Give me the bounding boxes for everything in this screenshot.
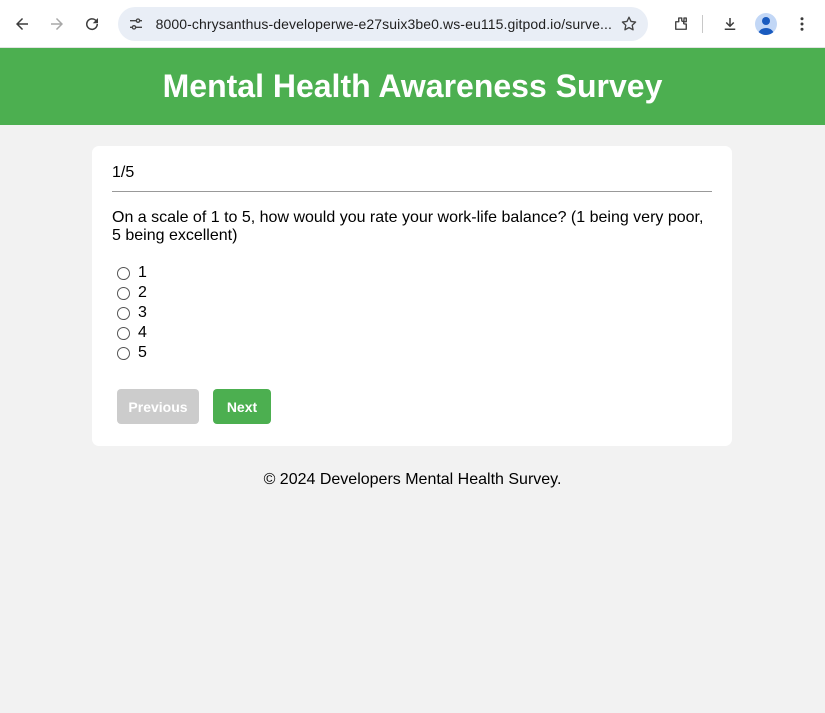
previous-button[interactable]: Previous [117, 389, 199, 424]
navigation-buttons: Previous Next [117, 389, 712, 424]
back-arrow-icon[interactable] [8, 10, 35, 38]
bookmark-star-icon[interactable] [620, 15, 638, 33]
radio-button[interactable] [117, 266, 130, 280]
question-progress: 1/5 [112, 164, 712, 192]
option-label: 1 [138, 264, 147, 281]
site-settings-icon[interactable] [128, 15, 146, 33]
option-label: 4 [138, 324, 147, 341]
browser-toolbar: 8000-chrysanthus-developerwe-e27suix3be0… [0, 0, 825, 48]
option-label: 5 [138, 344, 147, 361]
forward-arrow-icon[interactable] [43, 10, 70, 38]
reload-icon[interactable] [78, 10, 105, 38]
radio-button[interactable] [117, 286, 130, 300]
avatar[interactable] [754, 12, 777, 35]
rating-option-3[interactable]: 3 [117, 303, 712, 323]
address-bar[interactable]: 8000-chrysanthus-developerwe-e27suix3be0… [117, 6, 648, 41]
rating-options: 1 2 3 4 5 [117, 263, 712, 363]
profile-icon[interactable] [751, 9, 781, 39]
survey-card: 1/5 On a scale of 1 to 5, how would you … [92, 146, 732, 446]
option-label: 3 [138, 304, 147, 321]
download-icon[interactable] [715, 9, 745, 39]
more-menu-icon[interactable] [787, 9, 817, 39]
rating-option-1[interactable]: 1 [117, 263, 712, 283]
toolbar-divider [701, 14, 703, 33]
radio-button[interactable] [117, 346, 130, 360]
footer-copyright: © 2024 Developers Mental Health Survey. [263, 471, 562, 488]
site-header: Mental Health Awareness Survey [0, 48, 825, 125]
extensions-icon[interactable] [666, 9, 696, 39]
question-text: On a scale of 1 to 5, how would you rate… [112, 209, 704, 244]
url-text[interactable]: 8000-chrysanthus-developerwe-e27suix3be0… [156, 16, 612, 32]
rating-option-4[interactable]: 4 [117, 323, 712, 343]
next-button[interactable]: Next [213, 389, 271, 424]
page-title: Mental Health Awareness Survey [162, 68, 663, 104]
rating-option-5[interactable]: 5 [117, 343, 712, 363]
option-label: 2 [138, 284, 147, 301]
rating-option-2[interactable]: 2 [117, 283, 712, 303]
radio-button[interactable] [117, 306, 130, 320]
radio-button[interactable] [117, 326, 130, 340]
